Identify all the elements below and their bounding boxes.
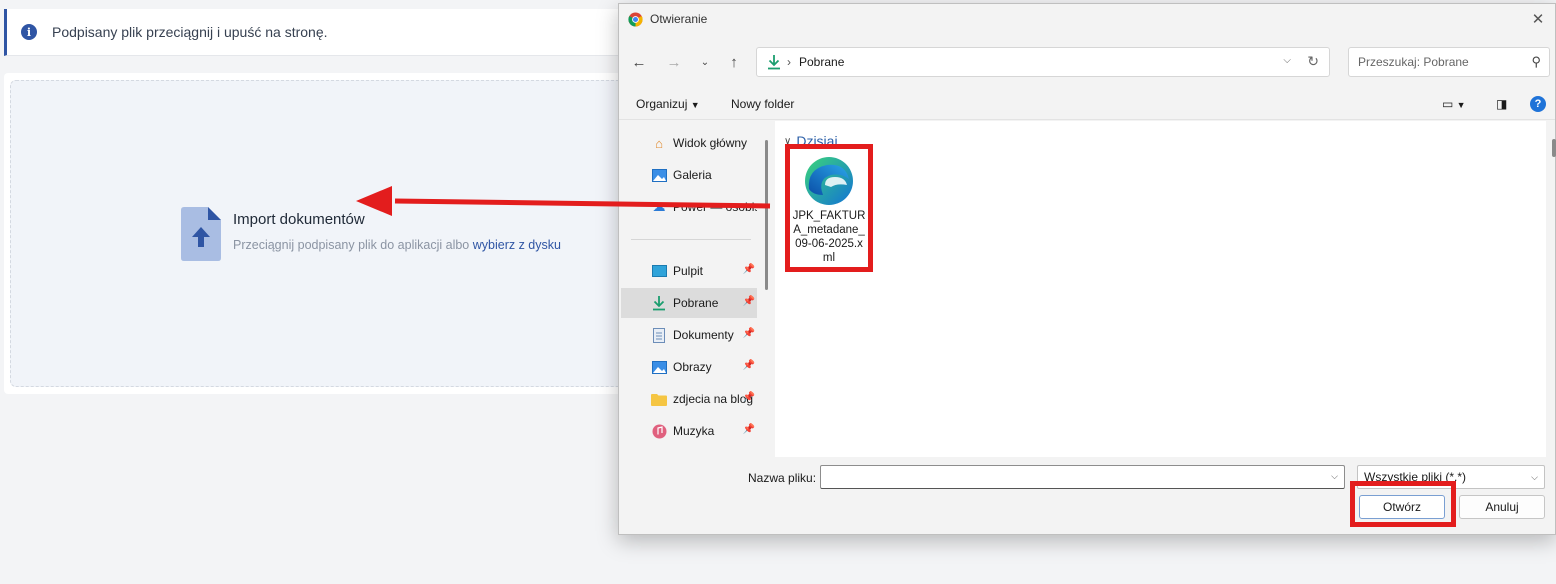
drop-zone[interactable]: Import dokumentów Przeciągnij podpisany … [10, 80, 644, 387]
dialog-title: Otwieranie [650, 12, 708, 26]
folder-icon [651, 391, 667, 407]
info-message: Podpisany plik przeciągnij i upuść na st… [52, 24, 328, 40]
organize-menu[interactable]: Organizuj ▼ [636, 97, 700, 111]
chevron-down-icon[interactable]: ⌵ [1331, 471, 1338, 482]
cloud-icon: ☁ [652, 199, 666, 214]
open-button-highlight-box [1350, 481, 1456, 527]
address-bar[interactable]: › Pobrane ⌵ ↻ [756, 47, 1330, 77]
chrome-icon [628, 11, 643, 27]
search-icon: ⚲ [1531, 54, 1541, 69]
nav-divider [631, 239, 751, 240]
gallery-icon [651, 167, 667, 183]
up-icon[interactable]: ↑ [723, 51, 745, 73]
info-icon: i [21, 24, 37, 40]
nav-item-onedrive[interactable]: ☁ Power — osobis [621, 192, 758, 222]
navigation-pane: ⌂ Widok główny Galeria ☁ Power — osobis … [621, 122, 769, 456]
forward-icon[interactable]: → [663, 51, 685, 73]
import-block: Import dokumentów Przeciągnij podpisany … [181, 207, 561, 261]
choose-from-disk-link[interactable]: wybierz z dysku [473, 238, 561, 252]
nav-item-pictures[interactable]: Obrazy 📌 [621, 352, 757, 382]
import-title: Import dokumentów [233, 211, 365, 228]
pin-icon[interactable]: 📌 [741, 264, 755, 275]
open-file-dialog: Otwieranie ✕ ← → ⌄ ↑ › Pobrane ⌵ ↻ Przes… [618, 3, 1556, 535]
navigation-row: ← → ⌄ ↑ › Pobrane ⌵ ↻ Przeszukaj: Pobran… [619, 44, 1555, 78]
download-icon [768, 55, 780, 70]
breadcrumb-chevron-icon: › [787, 55, 791, 69]
content-scrollbar[interactable] [1552, 139, 1556, 157]
import-card: Import dokumentów Przeciągnij podpisany … [4, 73, 644, 394]
pictures-icon [651, 359, 667, 375]
chevron-down-icon[interactable]: ⌵ [1283, 55, 1291, 66]
nav-scrollbar[interactable] [765, 140, 768, 290]
recent-locations-icon[interactable]: ⌄ [694, 51, 716, 73]
filename-label: Nazwa pliku: [748, 471, 817, 485]
nav-item-home[interactable]: ⌂ Widok główny [621, 128, 757, 158]
view-options-icon[interactable]: ▭ ▼ [1442, 97, 1466, 111]
nav-item-documents[interactable]: Dokumenty 📌 [621, 320, 757, 350]
file-upload-icon [181, 207, 221, 261]
file-list: ∨ Dzisiaj JPK_FAKTURA_metadane_09-06-202… [775, 121, 1556, 457]
refresh-icon[interactable]: ↻ [1307, 53, 1319, 70]
back-icon[interactable]: ← [628, 51, 650, 73]
download-icon [651, 295, 667, 311]
dialog-toolbar: Organizuj ▼ Nowy folder ▭ ▼ ◨ ? [619, 90, 1555, 120]
breadcrumb-current[interactable]: Pobrane [799, 55, 844, 69]
nav-item-gallery[interactable]: Galeria [621, 160, 757, 190]
cancel-button[interactable]: Anuluj [1459, 495, 1545, 519]
pin-icon[interactable]: 📌 [741, 424, 755, 435]
documents-icon [651, 327, 667, 343]
nav-item-music[interactable]: Muzyka 📌 [621, 416, 757, 446]
import-subtitle: Przeciągnij podpisany plik do aplikacji … [233, 238, 561, 252]
pin-icon[interactable]: 📌 [741, 392, 755, 403]
new-folder-button[interactable]: Nowy folder [731, 97, 794, 111]
pin-icon[interactable]: 📌 [741, 360, 755, 371]
dialog-titlebar: Otwieranie ✕ [619, 4, 1555, 34]
info-banner: i Podpisany plik przeciągnij i upuść na … [4, 9, 644, 56]
nav-item-downloads[interactable]: Pobrane 📌 [621, 288, 757, 318]
file-highlight-box [785, 144, 873, 272]
pin-icon[interactable]: 📌 [741, 328, 755, 339]
filename-input[interactable]: ⌵ [820, 465, 1345, 489]
chevron-down-icon: ⌵ [1531, 472, 1538, 482]
preview-pane-icon[interactable]: ◨ [1496, 97, 1507, 111]
home-icon: ⌂ [655, 135, 663, 151]
desktop-icon [651, 263, 667, 279]
nav-item-blog-folder[interactable]: zdjecia na blog 📌 [621, 384, 757, 414]
close-icon[interactable]: ✕ [1525, 6, 1551, 32]
pin-icon[interactable]: 📌 [740, 296, 755, 307]
search-input[interactable]: Przeszukaj: Pobrane ⚲ [1348, 47, 1550, 77]
music-icon [651, 423, 667, 439]
nav-item-desktop[interactable]: Pulpit 📌 [621, 256, 757, 286]
help-icon[interactable]: ? [1530, 96, 1546, 112]
